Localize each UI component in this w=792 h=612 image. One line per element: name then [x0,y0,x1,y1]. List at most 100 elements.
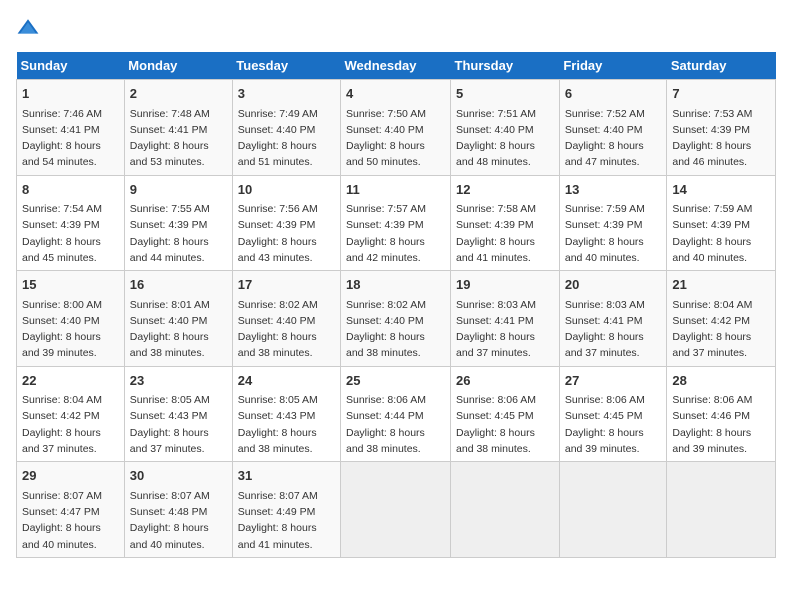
header-sunday: Sunday [17,52,125,80]
calendar-cell: 16Sunrise: 8:01 AMSunset: 4:40 PMDayligh… [124,271,232,367]
header-tuesday: Tuesday [232,52,340,80]
header-monday: Monday [124,52,232,80]
day-info: Sunrise: 8:05 AMSunset: 4:43 PMDaylight:… [238,392,335,457]
calendar-week-row: 8Sunrise: 7:54 AMSunset: 4:39 PMDaylight… [17,175,776,271]
day-info: Sunrise: 8:02 AMSunset: 4:40 PMDaylight:… [238,297,335,362]
day-number: 31 [238,466,335,486]
day-number: 6 [565,84,662,104]
day-info: Sunrise: 8:03 AMSunset: 4:41 PMDaylight:… [565,297,662,362]
day-number: 23 [130,371,227,391]
calendar-cell: 30Sunrise: 8:07 AMSunset: 4:48 PMDayligh… [124,462,232,558]
page-header [16,16,776,40]
calendar-cell: 10Sunrise: 7:56 AMSunset: 4:39 PMDayligh… [232,175,340,271]
day-info: Sunrise: 8:06 AMSunset: 4:45 PMDaylight:… [565,392,662,457]
day-info: Sunrise: 7:58 AMSunset: 4:39 PMDaylight:… [456,201,554,266]
day-number: 19 [456,275,554,295]
day-info: Sunrise: 7:55 AMSunset: 4:39 PMDaylight:… [130,201,227,266]
header-wednesday: Wednesday [341,52,451,80]
calendar-cell: 11Sunrise: 7:57 AMSunset: 4:39 PMDayligh… [341,175,451,271]
calendar-cell: 19Sunrise: 8:03 AMSunset: 4:41 PMDayligh… [451,271,560,367]
day-number: 21 [672,275,770,295]
calendar-cell: 29Sunrise: 8:07 AMSunset: 4:47 PMDayligh… [17,462,125,558]
calendar-cell [559,462,667,558]
day-number: 30 [130,466,227,486]
day-number: 28 [672,371,770,391]
calendar-cell [341,462,451,558]
day-info: Sunrise: 7:56 AMSunset: 4:39 PMDaylight:… [238,201,335,266]
header-friday: Friday [559,52,667,80]
day-info: Sunrise: 8:04 AMSunset: 4:42 PMDaylight:… [672,297,770,362]
calendar-cell: 7Sunrise: 7:53 AMSunset: 4:39 PMDaylight… [667,80,776,176]
calendar-cell: 4Sunrise: 7:50 AMSunset: 4:40 PMDaylight… [341,80,451,176]
calendar-table: SundayMondayTuesdayWednesdayThursdayFrid… [16,52,776,558]
day-number: 18 [346,275,445,295]
day-info: Sunrise: 8:06 AMSunset: 4:46 PMDaylight:… [672,392,770,457]
logo [16,16,44,40]
calendar-cell: 18Sunrise: 8:02 AMSunset: 4:40 PMDayligh… [341,271,451,367]
day-info: Sunrise: 8:07 AMSunset: 4:49 PMDaylight:… [238,488,335,553]
calendar-cell: 2Sunrise: 7:48 AMSunset: 4:41 PMDaylight… [124,80,232,176]
day-info: Sunrise: 8:03 AMSunset: 4:41 PMDaylight:… [456,297,554,362]
day-info: Sunrise: 8:07 AMSunset: 4:47 PMDaylight:… [22,488,119,553]
day-number: 3 [238,84,335,104]
day-number: 29 [22,466,119,486]
day-info: Sunrise: 8:00 AMSunset: 4:40 PMDaylight:… [22,297,119,362]
day-info: Sunrise: 8:05 AMSunset: 4:43 PMDaylight:… [130,392,227,457]
day-info: Sunrise: 7:59 AMSunset: 4:39 PMDaylight:… [565,201,662,266]
calendar-cell: 20Sunrise: 8:03 AMSunset: 4:41 PMDayligh… [559,271,667,367]
day-number: 5 [456,84,554,104]
day-number: 1 [22,84,119,104]
day-number: 14 [672,180,770,200]
day-number: 24 [238,371,335,391]
day-number: 27 [565,371,662,391]
day-info: Sunrise: 7:50 AMSunset: 4:40 PMDaylight:… [346,106,445,171]
calendar-week-row: 29Sunrise: 8:07 AMSunset: 4:47 PMDayligh… [17,462,776,558]
calendar-week-row: 1Sunrise: 7:46 AMSunset: 4:41 PMDaylight… [17,80,776,176]
calendar-cell: 27Sunrise: 8:06 AMSunset: 4:45 PMDayligh… [559,366,667,462]
day-info: Sunrise: 8:01 AMSunset: 4:40 PMDaylight:… [130,297,227,362]
calendar-cell: 9Sunrise: 7:55 AMSunset: 4:39 PMDaylight… [124,175,232,271]
day-number: 20 [565,275,662,295]
calendar-cell: 12Sunrise: 7:58 AMSunset: 4:39 PMDayligh… [451,175,560,271]
calendar-cell: 22Sunrise: 8:04 AMSunset: 4:42 PMDayligh… [17,366,125,462]
day-info: Sunrise: 8:06 AMSunset: 4:44 PMDaylight:… [346,392,445,457]
day-number: 8 [22,180,119,200]
calendar-cell: 31Sunrise: 8:07 AMSunset: 4:49 PMDayligh… [232,462,340,558]
calendar-cell: 13Sunrise: 7:59 AMSunset: 4:39 PMDayligh… [559,175,667,271]
day-number: 11 [346,180,445,200]
calendar-cell: 3Sunrise: 7:49 AMSunset: 4:40 PMDaylight… [232,80,340,176]
day-info: Sunrise: 7:59 AMSunset: 4:39 PMDaylight:… [672,201,770,266]
day-number: 25 [346,371,445,391]
calendar-cell: 1Sunrise: 7:46 AMSunset: 4:41 PMDaylight… [17,80,125,176]
header-thursday: Thursday [451,52,560,80]
day-info: Sunrise: 7:48 AMSunset: 4:41 PMDaylight:… [130,106,227,171]
calendar-cell: 28Sunrise: 8:06 AMSunset: 4:46 PMDayligh… [667,366,776,462]
logo-icon [16,16,40,40]
day-number: 26 [456,371,554,391]
day-number: 2 [130,84,227,104]
calendar-cell: 17Sunrise: 8:02 AMSunset: 4:40 PMDayligh… [232,271,340,367]
day-number: 16 [130,275,227,295]
day-info: Sunrise: 7:52 AMSunset: 4:40 PMDaylight:… [565,106,662,171]
day-number: 15 [22,275,119,295]
day-info: Sunrise: 7:51 AMSunset: 4:40 PMDaylight:… [456,106,554,171]
day-number: 10 [238,180,335,200]
day-number: 9 [130,180,227,200]
day-info: Sunrise: 8:02 AMSunset: 4:40 PMDaylight:… [346,297,445,362]
calendar-cell [667,462,776,558]
calendar-cell: 14Sunrise: 7:59 AMSunset: 4:39 PMDayligh… [667,175,776,271]
day-info: Sunrise: 7:49 AMSunset: 4:40 PMDaylight:… [238,106,335,171]
calendar-week-row: 15Sunrise: 8:00 AMSunset: 4:40 PMDayligh… [17,271,776,367]
calendar-cell: 25Sunrise: 8:06 AMSunset: 4:44 PMDayligh… [341,366,451,462]
calendar-cell: 21Sunrise: 8:04 AMSunset: 4:42 PMDayligh… [667,271,776,367]
day-info: Sunrise: 8:04 AMSunset: 4:42 PMDaylight:… [22,392,119,457]
day-number: 4 [346,84,445,104]
day-number: 13 [565,180,662,200]
day-info: Sunrise: 8:07 AMSunset: 4:48 PMDaylight:… [130,488,227,553]
day-info: Sunrise: 7:54 AMSunset: 4:39 PMDaylight:… [22,201,119,266]
calendar-cell: 6Sunrise: 7:52 AMSunset: 4:40 PMDaylight… [559,80,667,176]
day-number: 22 [22,371,119,391]
day-number: 17 [238,275,335,295]
calendar-cell: 5Sunrise: 7:51 AMSunset: 4:40 PMDaylight… [451,80,560,176]
day-info: Sunrise: 7:46 AMSunset: 4:41 PMDaylight:… [22,106,119,171]
